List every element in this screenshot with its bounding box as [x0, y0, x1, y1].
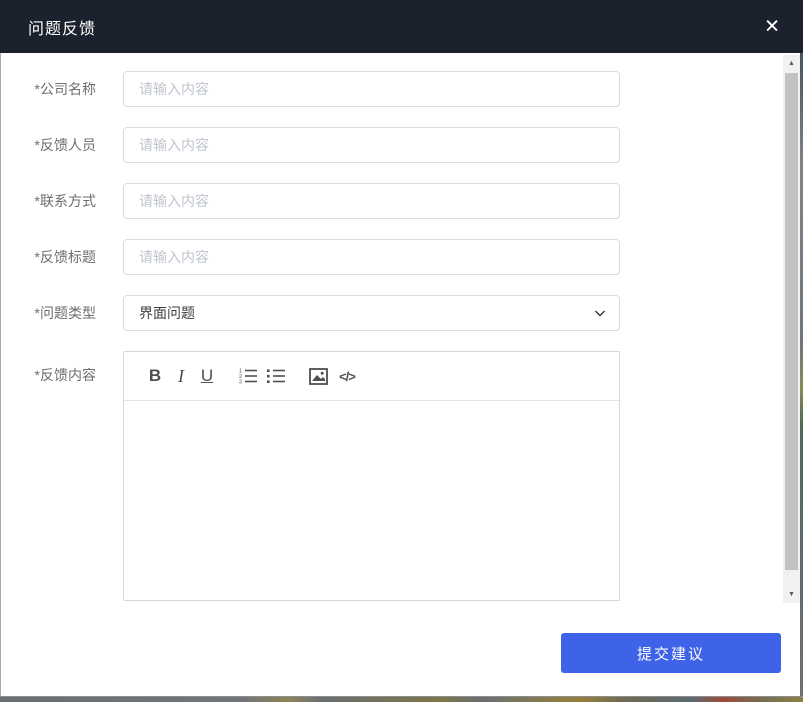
company-name-input[interactable]	[123, 71, 620, 107]
insert-image-icon[interactable]	[304, 362, 332, 390]
editor-content-area[interactable]	[124, 401, 619, 601]
italic-button[interactable]: I	[168, 362, 194, 390]
dialog-header: 问题反馈 ✕	[0, 0, 803, 53]
rich-text-editor: B I U 1	[123, 351, 620, 601]
page-bottom-edge	[0, 696, 803, 702]
code-view-icon[interactable]: </>	[332, 362, 362, 390]
feedback-person-input[interactable]	[123, 127, 620, 163]
close-icon[interactable]: ✕	[764, 17, 780, 36]
vertical-scrollbar[interactable]: ▲ ▼	[783, 55, 800, 603]
feedback-person-label: *反馈人员	[0, 135, 96, 155]
contact-method-label: *联系方式	[0, 191, 96, 211]
ordered-list-icon[interactable]: 1 2 3	[234, 362, 262, 390]
dialog-body: *公司名称 *反馈人员 *联系方式 *反馈标题 *问题类型	[0, 53, 783, 621]
submit-suggestion-button[interactable]: 提交建议	[561, 633, 781, 673]
problem-type-label: *问题类型	[0, 303, 96, 323]
problem-type-selected-value: 界面问题	[139, 303, 195, 323]
feedback-title-label: *反馈标题	[0, 247, 96, 267]
bold-button[interactable]: B	[142, 362, 168, 390]
page-left-edge	[0, 53, 1, 696]
feedback-title-input[interactable]	[123, 239, 620, 275]
contact-method-input[interactable]	[123, 183, 620, 219]
svg-text:3: 3	[239, 380, 242, 386]
feedback-content-label: *反馈内容	[0, 351, 96, 385]
feedback-dialog: 问题反馈 ✕ *公司名称 *反馈人员 *联系方式 *反馈标题	[0, 0, 803, 702]
form-row-feedback-person: *反馈人员	[0, 127, 783, 163]
form-row-feedback-content: *反馈内容 B I U	[0, 351, 783, 601]
form-row-feedback-title: *反馈标题	[0, 239, 783, 275]
form-row-company-name: *公司名称	[0, 71, 783, 107]
form-row-problem-type: *问题类型 界面问题	[0, 295, 783, 331]
underline-button[interactable]: U	[194, 362, 220, 390]
dialog-title: 问题反馈	[28, 15, 96, 39]
chevron-down-icon	[593, 306, 607, 320]
company-name-label: *公司名称	[0, 79, 96, 99]
problem-type-select[interactable]: 界面问题	[123, 295, 620, 331]
scroll-down-arrow-icon[interactable]: ▼	[783, 586, 800, 603]
scrollbar-thumb[interactable]	[785, 73, 798, 570]
unordered-list-icon[interactable]	[262, 362, 290, 390]
editor-toolbar: B I U 1	[124, 352, 619, 401]
scroll-up-arrow-icon[interactable]: ▲	[783, 55, 800, 72]
form-row-contact-method: *联系方式	[0, 183, 783, 219]
